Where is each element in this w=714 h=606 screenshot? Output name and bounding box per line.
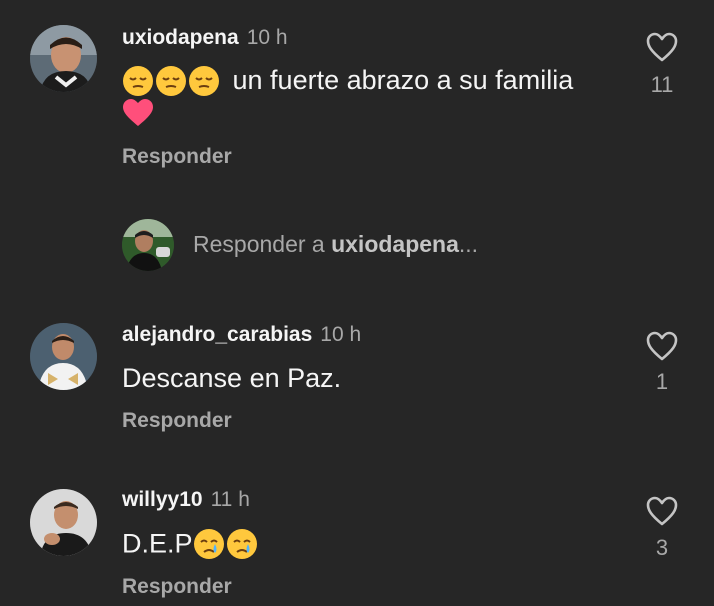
avatar[interactable] — [30, 323, 97, 390]
comment-uxiodapena: uxiodapena 10 h un fuerte abrazo a su fam… — [0, 0, 714, 200]
comment-meta: alejandro_carabias 10 h — [122, 323, 361, 347]
username[interactable]: uxiodapena — [122, 26, 239, 49]
current-user-avatar — [122, 219, 174, 271]
timestamp: 10 h — [246, 26, 288, 49]
like-count: 1 — [655, 369, 669, 394]
reply-input-bar[interactable]: Responder a uxiodapena... — [0, 215, 714, 275]
heart-outline-icon[interactable] — [645, 329, 679, 363]
relieved-face-icon — [156, 65, 186, 96]
reply-placeholder[interactable]: Responder a uxiodapena... — [193, 231, 478, 258]
profile-photo-icon — [122, 219, 174, 271]
heart-outline-icon[interactable] — [645, 30, 679, 64]
username[interactable]: alejandro_carabias — [122, 323, 312, 346]
comment-meta: willyy10 11 h — [122, 488, 250, 512]
comment-body: D.E.P — [122, 528, 193, 559]
comment-text: Descanse en Paz. — [122, 363, 342, 393]
reply-button[interactable]: Responder — [122, 145, 232, 169]
reply-placeholder-prefix: Responder a — [193, 231, 325, 257]
profile-photo-icon — [30, 25, 97, 92]
like-count: 3 — [655, 535, 669, 560]
reply-placeholder-target: uxiodapena — [331, 231, 459, 257]
avatar[interactable] — [30, 489, 97, 556]
heart-outline-icon[interactable] — [645, 494, 679, 528]
timestamp: 10 h — [320, 323, 362, 346]
timestamp: 11 h — [210, 488, 250, 511]
comment-alejandro_carabias: alejandro_carabias 10 h Descanse en Paz. … — [0, 300, 714, 450]
reply-placeholder-suffix: ... — [458, 231, 479, 257]
pink-heart-icon — [123, 99, 153, 126]
reply-button[interactable]: Responder — [122, 575, 232, 599]
reply-button[interactable]: Responder — [122, 409, 232, 433]
like-count: 11 — [650, 72, 674, 97]
profile-photo-icon — [30, 323, 97, 390]
relieved-face-icon — [123, 65, 153, 96]
username[interactable]: willyy10 — [122, 488, 203, 511]
comment-text: D.E.P — [122, 527, 259, 560]
crying-face-icon — [226, 528, 257, 559]
comment-emoji-line — [122, 98, 154, 133]
comment-body: un fuerte abrazo a su familia — [232, 65, 574, 96]
profile-photo-icon — [30, 489, 97, 556]
comment-text: un fuerte abrazo a su familia — [122, 64, 573, 97]
comment-meta: uxiodapena 10 h — [122, 26, 288, 50]
crying-face-icon — [193, 528, 224, 559]
relieved-face-icon — [189, 65, 219, 96]
comment-willyy10: willyy10 11 h D.E.P Responder 3 — [0, 465, 714, 606]
avatar[interactable] — [30, 25, 97, 92]
